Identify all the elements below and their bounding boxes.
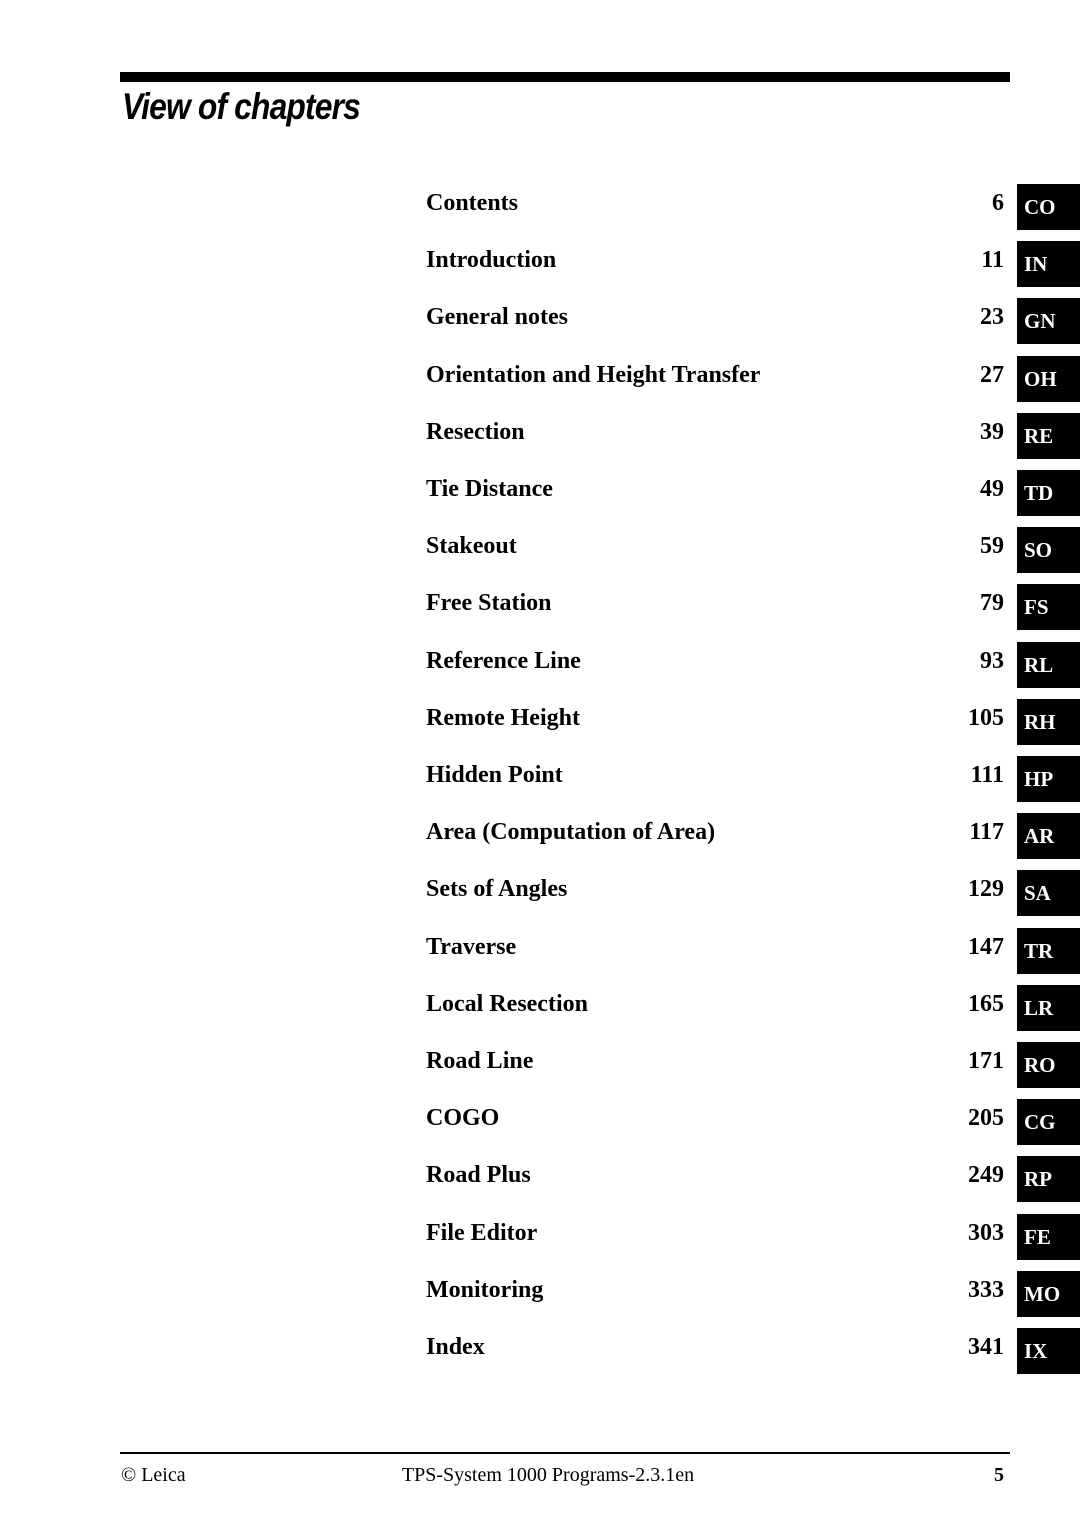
footer-page-number: 5 bbox=[994, 1464, 1004, 1486]
chapter-title[interactable]: Monitoring bbox=[426, 1277, 543, 1304]
chapter-thumb-tab[interactable]: CO bbox=[1017, 184, 1080, 230]
chapter-page-number: 171 bbox=[968, 1048, 1004, 1074]
chapter-row[interactable]: Contents 6 CO bbox=[0, 184, 1080, 230]
chapter-title[interactable]: COGO bbox=[426, 1105, 499, 1132]
page-title: View of chapters bbox=[122, 86, 361, 127]
chapter-row[interactable]: Stakeout 59 SO bbox=[0, 527, 1080, 574]
chapter-page-number: 117 bbox=[969, 819, 1004, 846]
chapter-page-number: 93 bbox=[980, 647, 1004, 674]
chapter-thumb-tab[interactable]: SO bbox=[1017, 527, 1080, 574]
chapter-row[interactable]: Area (Computation of Area) 117 AR bbox=[0, 813, 1080, 860]
chapter-thumb-tab[interactable]: GN bbox=[1017, 298, 1080, 345]
chapter-row[interactable]: Road Plus 249 RP bbox=[0, 1156, 1080, 1203]
chapter-page-number: 303 bbox=[968, 1219, 1004, 1246]
chapter-page-number: 333 bbox=[968, 1276, 1004, 1303]
chapter-row[interactable]: Monitoring 333 MO bbox=[0, 1270, 1080, 1317]
chapter-page-number: 79 bbox=[980, 590, 1004, 617]
chapter-title[interactable]: Stakeout bbox=[426, 533, 517, 560]
chapter-row[interactable]: Reference Line 93 RL bbox=[0, 641, 1080, 688]
chapter-thumb-tab[interactable]: AR bbox=[1017, 813, 1080, 860]
chapter-page-number: 129 bbox=[968, 876, 1004, 903]
chapter-thumb-tab[interactable]: OH bbox=[1017, 355, 1080, 402]
chapter-title[interactable]: Introduction bbox=[426, 247, 556, 274]
chapter-thumb-tab[interactable]: CG bbox=[1017, 1099, 1080, 1146]
chapter-page-number: 27 bbox=[980, 361, 1004, 388]
chapter-thumb-tab[interactable]: RO bbox=[1017, 1042, 1080, 1088]
chapter-thumb-tab[interactable]: FS bbox=[1017, 584, 1080, 631]
chapter-row[interactable]: Local Resection 165 LR bbox=[0, 984, 1080, 1031]
chapter-thumb-tab[interactable]: RH bbox=[1017, 698, 1080, 745]
chapter-title[interactable]: Road Line bbox=[426, 1048, 533, 1075]
chapter-title[interactable]: Free Station bbox=[426, 590, 552, 617]
chapter-title[interactable]: Contents bbox=[426, 190, 518, 217]
chapter-page-number: 59 bbox=[980, 533, 1004, 560]
chapter-thumb-tab[interactable]: IN bbox=[1017, 241, 1080, 288]
chapter-row[interactable]: Resection 39 RE bbox=[0, 412, 1080, 459]
chapter-thumb-tab[interactable]: TD bbox=[1017, 470, 1080, 516]
chapter-title[interactable]: Road Plus bbox=[426, 1162, 531, 1189]
chapter-row[interactable]: Hidden Point 111 HP bbox=[0, 756, 1080, 802]
chapter-thumb-tab[interactable]: SA bbox=[1017, 870, 1080, 917]
chapter-thumb-tab[interactable]: RL bbox=[1017, 641, 1080, 688]
chapter-row[interactable]: Free Station 79 FS bbox=[0, 584, 1080, 631]
chapter-page-number: 39 bbox=[980, 418, 1004, 445]
chapter-title[interactable]: Area (Computation of Area) bbox=[426, 819, 715, 846]
chapter-page-number: 11 bbox=[981, 247, 1004, 274]
chapter-row[interactable]: Introduction 11 IN bbox=[0, 241, 1080, 288]
chapter-page-number: 205 bbox=[968, 1105, 1004, 1132]
chapter-page-number: 105 bbox=[968, 704, 1004, 731]
footer-document-title: TPS-System 1000 Programs-2.3.1en bbox=[401, 1464, 695, 1486]
chapter-row[interactable]: Road Line 171 RO bbox=[0, 1042, 1080, 1088]
chapter-title[interactable]: Sets of Angles bbox=[426, 876, 567, 903]
chapter-title[interactable]: Traverse bbox=[426, 934, 516, 961]
chapter-thumb-tab[interactable]: TR bbox=[1017, 927, 1080, 974]
chapter-title[interactable]: Remote Height bbox=[426, 705, 580, 732]
chapter-title[interactable]: Reference Line bbox=[426, 648, 581, 675]
chapter-row[interactable]: Tie Distance 49 TD bbox=[0, 470, 1080, 516]
footer-rule bbox=[120, 1452, 1010, 1454]
chapter-title[interactable]: Local Resection bbox=[426, 991, 588, 1018]
chapter-title[interactable]: Orientation and Height Transfer bbox=[426, 362, 760, 389]
chapter-title[interactable]: Tie Distance bbox=[426, 476, 553, 503]
chapter-thumb-tab[interactable]: RP bbox=[1017, 1156, 1080, 1203]
chapter-title[interactable]: General notes bbox=[426, 304, 568, 331]
chapter-page-number: 249 bbox=[968, 1162, 1004, 1189]
chapter-page-number: 341 bbox=[968, 1334, 1004, 1360]
chapter-title[interactable]: Hidden Point bbox=[426, 762, 563, 789]
chapter-page-number: 111 bbox=[970, 762, 1004, 788]
chapter-row[interactable]: Orientation and Height Transfer 27 OH bbox=[0, 355, 1080, 402]
chapter-page-number: 49 bbox=[980, 476, 1004, 502]
chapter-title[interactable]: File Editor bbox=[426, 1220, 537, 1247]
chapter-thumb-tab[interactable]: LR bbox=[1017, 984, 1080, 1031]
chapter-page-number: 6 bbox=[992, 190, 1004, 216]
chapter-thumb-tab[interactable]: MO bbox=[1017, 1270, 1080, 1317]
chapter-row[interactable]: Index 341 IX bbox=[0, 1328, 1080, 1374]
top-rule bbox=[120, 72, 1010, 82]
chapter-row[interactable]: COGO 205 CG bbox=[0, 1099, 1080, 1146]
chapter-thumb-tab[interactable]: HP bbox=[1017, 756, 1080, 802]
chapter-page-number: 147 bbox=[968, 933, 1004, 960]
chapter-row[interactable]: General notes 23 GN bbox=[0, 298, 1080, 345]
chapter-title[interactable]: Index bbox=[426, 1334, 485, 1361]
chapter-page-number: 165 bbox=[968, 990, 1004, 1017]
chapter-title[interactable]: Resection bbox=[426, 419, 525, 446]
chapter-thumb-tab[interactable]: FE bbox=[1017, 1213, 1080, 1260]
chapter-row[interactable]: Remote Height 105 RH bbox=[0, 698, 1080, 745]
chapter-thumb-tab[interactable]: IX bbox=[1017, 1328, 1080, 1374]
chapter-row[interactable]: File Editor 303 FE bbox=[0, 1213, 1080, 1260]
chapter-thumb-tab[interactable]: RE bbox=[1017, 412, 1080, 459]
chapter-page-number: 23 bbox=[980, 304, 1004, 331]
chapter-row[interactable]: Sets of Angles 129 SA bbox=[0, 870, 1080, 917]
chapter-row[interactable]: Traverse 147 TR bbox=[0, 927, 1080, 974]
